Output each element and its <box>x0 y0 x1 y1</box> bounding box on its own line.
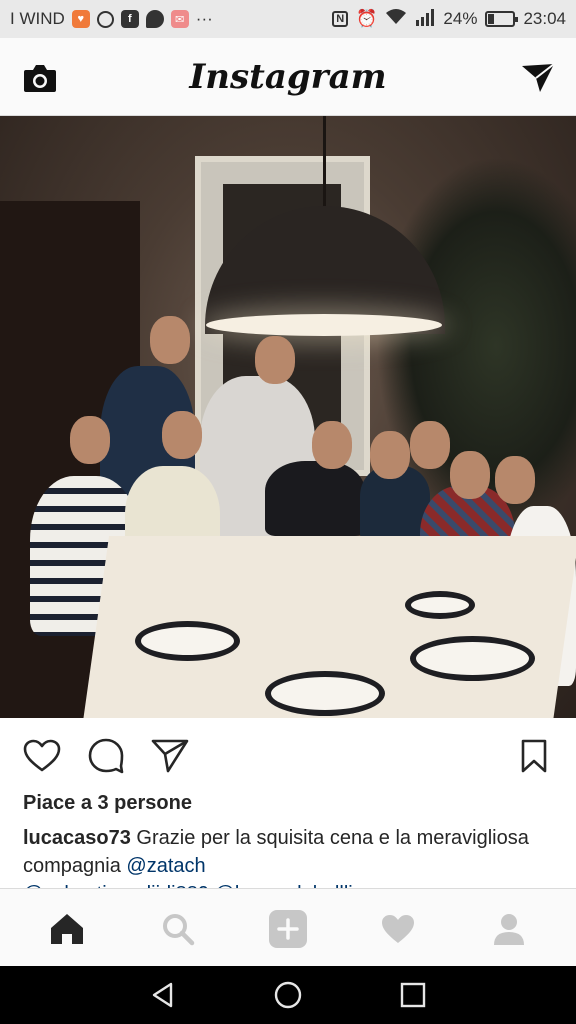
caption-username[interactable]: lucacaso73 <box>23 827 131 849</box>
status-bar: I WIND ♥ f ✉ ··· N ⏰ 24% 23:04 <box>0 0 576 38</box>
battery-percent: 24% <box>443 9 478 28</box>
photo-head <box>150 316 190 364</box>
carrier-label: I WIND <box>10 9 65 28</box>
direct-message-button[interactable] <box>518 58 558 98</box>
bottom-nav <box>0 888 576 968</box>
photo-head <box>410 421 450 469</box>
photo-plate <box>135 621 240 661</box>
more-notifications: ··· <box>195 9 213 28</box>
system-back-button[interactable] <box>133 971 193 1019</box>
status-bar-right: N ⏰ 24% 23:04 <box>332 8 566 31</box>
nav-add[interactable] <box>260 901 316 957</box>
nav-profile[interactable] <box>481 901 537 957</box>
photo-person <box>265 461 365 536</box>
photo-head <box>255 336 295 384</box>
photo-lamp-cord <box>323 116 326 208</box>
photo-head <box>495 456 535 504</box>
profile-icon <box>493 913 524 945</box>
caption-mention[interactable]: @zatach <box>126 855 205 877</box>
system-nav-bar <box>0 966 576 1024</box>
share-icon <box>151 739 189 773</box>
system-home-icon <box>274 981 302 1009</box>
messenger-icon <box>145 10 164 28</box>
nav-activity[interactable] <box>370 901 426 957</box>
photo-head <box>370 431 410 479</box>
clock: 23:04 <box>523 9 566 28</box>
caption-overflow-line: @sebastianodiidi889 @beppedeledlli <box>23 880 553 888</box>
camera-button[interactable] <box>20 58 60 98</box>
instagram-logo: Instagram <box>189 56 387 97</box>
post-caption: lucacaso73 Grazie per la squisita cena e… <box>23 824 553 880</box>
facebook-icon: f <box>120 10 139 28</box>
notification-app-icon: ♥ <box>71 10 90 28</box>
comment-icon <box>88 738 124 774</box>
photo-plate <box>410 636 535 681</box>
battery-fill <box>488 14 495 24</box>
back-icon <box>152 982 172 1008</box>
status-bar-left: I WIND ♥ f ✉ ··· <box>10 9 213 29</box>
system-recents-button[interactable] <box>383 971 443 1019</box>
photo-head <box>70 416 110 464</box>
heart-icon <box>23 739 61 772</box>
photo-head <box>162 411 202 459</box>
email-icon: ✉ <box>170 10 189 28</box>
search-icon <box>162 913 194 945</box>
recents-icon <box>401 982 426 1008</box>
wifi-icon <box>385 8 407 31</box>
alarm-icon: ⏰ <box>356 9 378 28</box>
bookmark-icon <box>521 739 547 773</box>
add-post-icon <box>268 909 307 948</box>
home-icon <box>51 913 84 944</box>
comment-button[interactable] <box>86 736 126 776</box>
whatsapp-icon <box>96 10 114 28</box>
activity-heart-icon <box>382 914 415 943</box>
post-actions <box>0 718 576 790</box>
post-photo[interactable] <box>0 116 576 718</box>
photo-head <box>450 451 490 499</box>
app-header: Instagram <box>0 38 576 116</box>
save-button[interactable] <box>514 736 554 776</box>
battery-icon <box>485 11 519 27</box>
like-button[interactable] <box>22 736 62 776</box>
system-home-button[interactable] <box>258 971 318 1019</box>
share-button[interactable] <box>150 736 190 776</box>
photo-plate <box>405 591 475 619</box>
signal-icon <box>415 8 435 31</box>
photo-head <box>312 421 352 469</box>
photo-plate <box>265 671 385 716</box>
direct-message-icon <box>522 63 555 92</box>
camera-icon <box>24 65 56 92</box>
nav-home[interactable] <box>39 901 95 957</box>
nav-search[interactable] <box>150 901 206 957</box>
likes-count[interactable]: Piace a 3 persone <box>23 792 192 815</box>
nfc-icon: N <box>332 11 349 27</box>
photo-lamp-glow <box>206 314 442 336</box>
